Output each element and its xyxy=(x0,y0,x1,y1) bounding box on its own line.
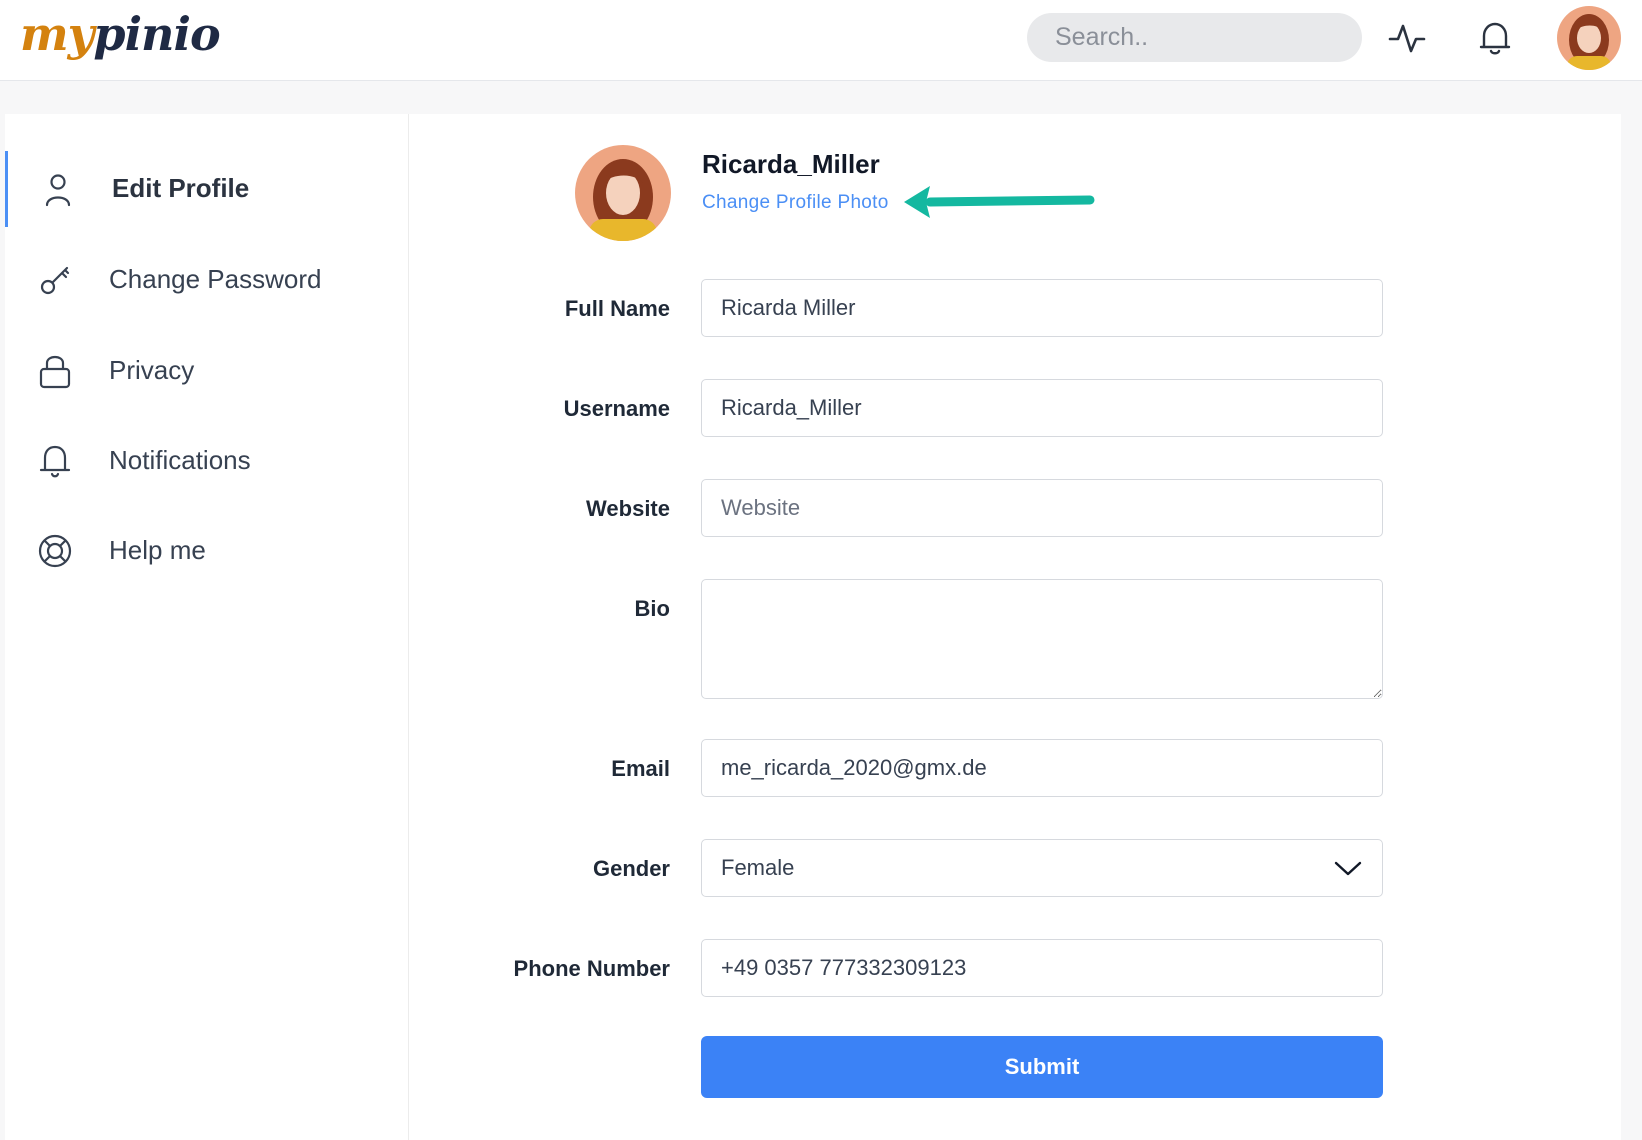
email-input[interactable] xyxy=(701,739,1383,797)
bell-icon[interactable] xyxy=(1475,18,1515,58)
sidebar-item-label: Edit Profile xyxy=(112,173,250,203)
settings-card: Edit Profile Change Password Privacy Not… xyxy=(5,114,1621,1140)
phone-number-label: Phone Number xyxy=(513,956,670,981)
user-icon xyxy=(45,174,71,207)
annotation-arrow xyxy=(904,186,1095,218)
avatar-image xyxy=(575,145,671,241)
search-input[interactable] xyxy=(1027,13,1362,62)
sidebar-item-label: Help me xyxy=(109,535,206,565)
lifebuoy-icon xyxy=(38,534,72,568)
logo-part-my: my xyxy=(20,7,94,61)
bio-label: Bio xyxy=(634,596,670,621)
sidebar-item-privacy[interactable]: Privacy xyxy=(5,333,409,409)
bell-icon xyxy=(39,445,71,478)
gender-select[interactable]: Female xyxy=(701,839,1383,897)
phone-number-input[interactable] xyxy=(701,939,1383,997)
full-name-input[interactable] xyxy=(701,279,1383,337)
key-icon xyxy=(40,266,70,295)
gender-selected-value: Female xyxy=(721,855,795,880)
website-label: Website xyxy=(586,496,670,521)
gender-label: Gender xyxy=(592,856,670,881)
email-label: Email xyxy=(611,756,670,781)
sidebar-item-label: Change Password xyxy=(109,264,322,294)
mypinio-logo[interactable]: mypinio xyxy=(20,4,221,64)
top-header: mypinio xyxy=(0,0,1642,81)
bio-textarea[interactable] xyxy=(701,579,1383,699)
sidebar-item-edit-profile[interactable]: Edit Profile xyxy=(5,151,409,227)
change-profile-photo-link[interactable]: Change Profile Photo xyxy=(702,192,889,214)
sidebar-item-help[interactable]: Help me xyxy=(5,513,409,589)
username-input[interactable] xyxy=(701,379,1383,437)
avatar-image xyxy=(1557,6,1621,70)
header-avatar[interactable] xyxy=(1557,6,1621,70)
activity-icon[interactable] xyxy=(1387,18,1427,58)
profile-username: Ricarda_Miller xyxy=(702,149,880,179)
website-input[interactable] xyxy=(701,479,1383,537)
full-name-label: Full Name xyxy=(564,296,670,321)
sidebar-item-label: Privacy xyxy=(109,355,195,385)
sidebar-item-notifications[interactable]: Notifications xyxy=(5,423,409,499)
submit-button[interactable]: Submit xyxy=(701,1036,1383,1098)
sidebar-item-label: Notifications xyxy=(109,445,251,475)
settings-sidebar: Edit Profile Change Password Privacy Not… xyxy=(5,114,409,1140)
chevron-down-icon xyxy=(1334,861,1362,876)
logo-part-pinio: pinio xyxy=(93,7,220,61)
sidebar-item-change-password[interactable]: Change Password xyxy=(5,242,409,318)
username-label: Username xyxy=(563,396,670,421)
lock-icon xyxy=(39,355,71,389)
profile-avatar[interactable] xyxy=(575,145,671,241)
